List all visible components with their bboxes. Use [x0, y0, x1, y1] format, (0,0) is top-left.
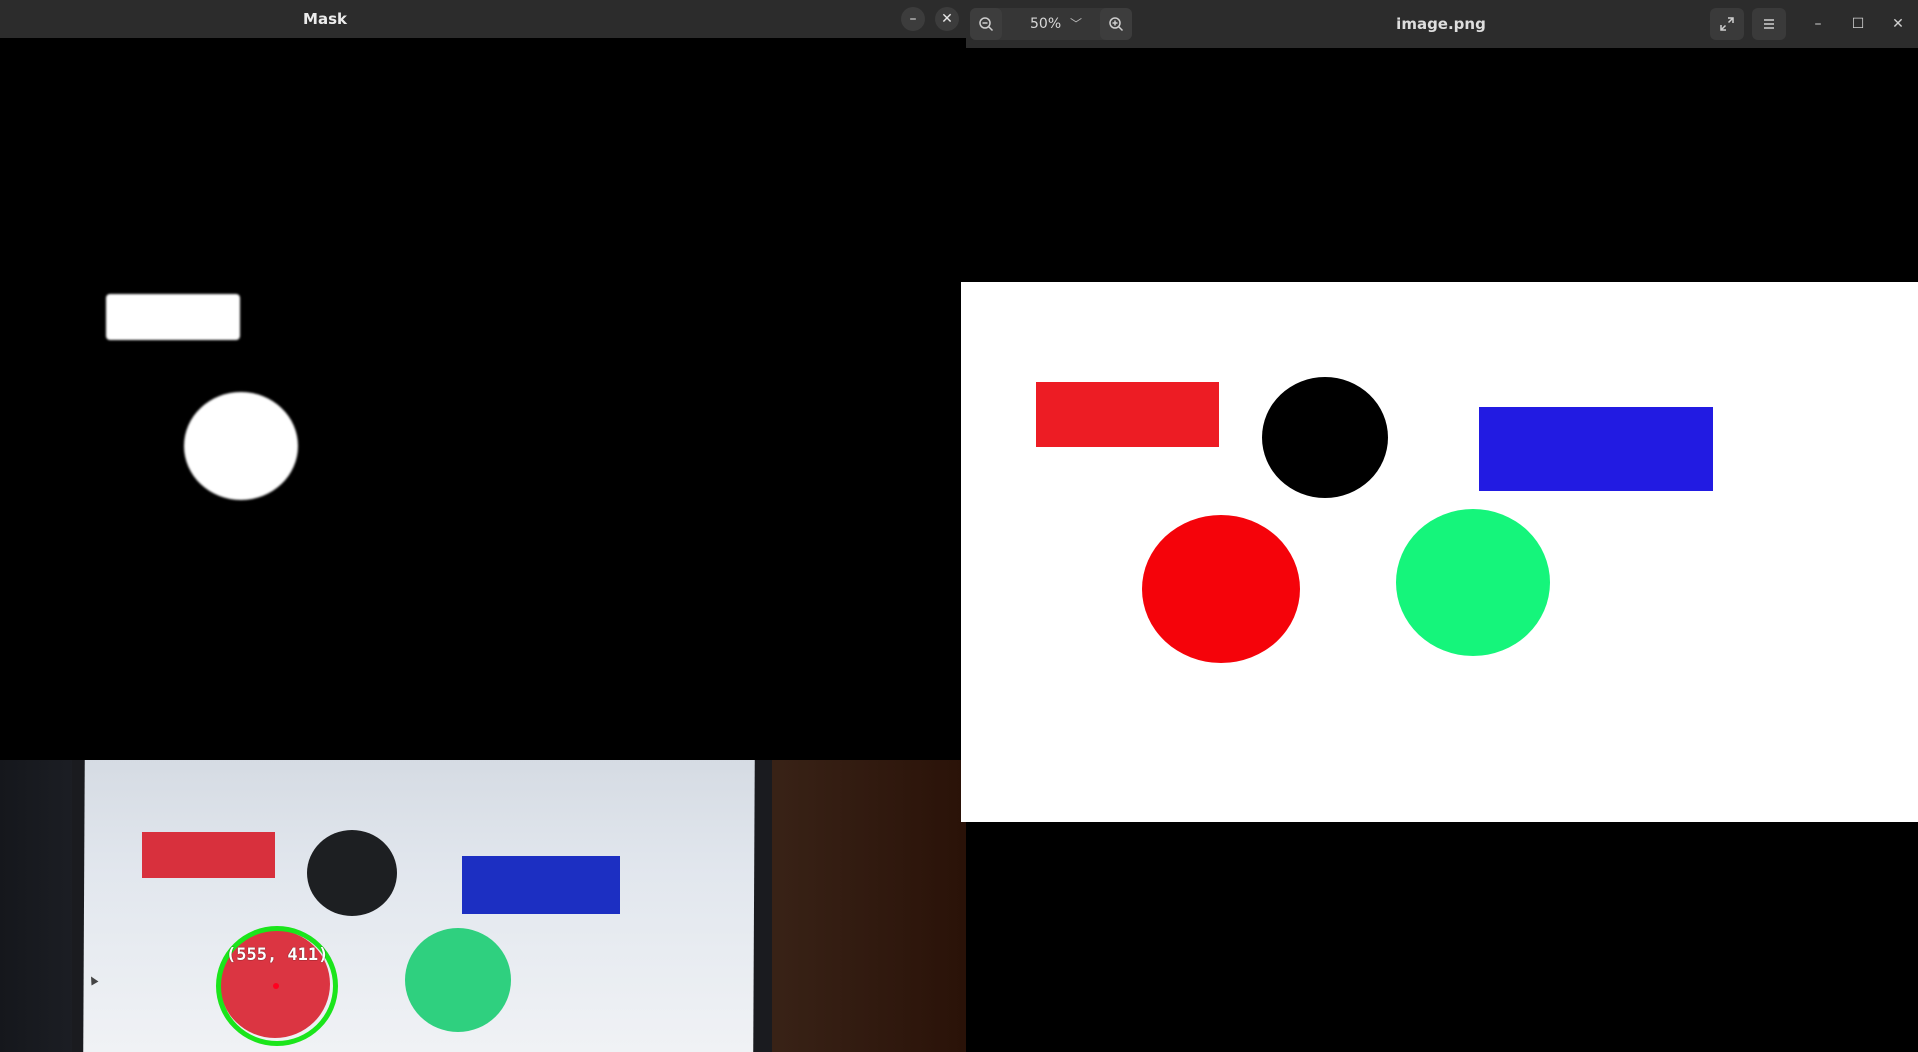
mask-rectangle-blob: [106, 294, 240, 340]
main-menu-button[interactable]: [1752, 8, 1786, 40]
camera-blue-rectangle: [462, 856, 620, 914]
close-icon: ✕: [1892, 16, 1904, 32]
mask-close-button[interactable]: ✕: [935, 7, 959, 31]
mask-window-title: Mask: [303, 10, 347, 28]
minimize-icon: –: [1814, 16, 1822, 32]
viewer-headerbar[interactable]: 50% ﹀ image.png – ☐ ✕: [966, 0, 1918, 49]
viewer-maximize-button[interactable]: ☐: [1846, 12, 1870, 36]
camera-red-rectangle: [142, 832, 275, 878]
viewer-minimize-button[interactable]: –: [1806, 12, 1830, 36]
viewer-window-title: image.png: [1396, 15, 1486, 33]
mask-window: Mask – ✕: [0, 0, 966, 760]
displayed-image: [961, 282, 1918, 822]
image-blue-rectangle: [1479, 407, 1713, 491]
detection-coordinates-label: (555, 411): [226, 945, 329, 965]
image-black-circle: [1262, 377, 1388, 498]
zoom-level-value: 50%: [1030, 16, 1062, 32]
zoom-in-icon: [1109, 17, 1124, 32]
maximize-icon: ☐: [1851, 16, 1865, 32]
minimize-icon: –: [909, 11, 917, 27]
detection-center-dot: [273, 983, 279, 989]
camera-black-circle: [307, 830, 397, 916]
viewer-close-button[interactable]: ✕: [1886, 12, 1910, 36]
image-red-circle: [1142, 515, 1300, 663]
close-icon: ✕: [941, 11, 953, 27]
image-red-rectangle: [1036, 382, 1219, 447]
zoom-out-button[interactable]: [970, 8, 1002, 40]
image-viewer-window: 50% ﹀ image.png – ☐ ✕: [961, 0, 1918, 1052]
chevron-down-icon: ﹀: [1070, 17, 1083, 31]
viewer-canvas: [961, 48, 1918, 1052]
zoom-out-icon: [979, 17, 994, 32]
hamburger-menu-icon: [1764, 19, 1774, 29]
zoom-in-button[interactable]: [1100, 8, 1132, 40]
mask-minimize-button[interactable]: –: [901, 7, 925, 31]
fullscreen-icon: [1720, 17, 1734, 31]
fullscreen-button[interactable]: [1710, 8, 1744, 40]
camera-green-circle: [405, 928, 511, 1032]
mask-titlebar[interactable]: Mask – ✕: [0, 0, 966, 39]
mask-circle-blob: [184, 392, 298, 500]
mask-canvas: [0, 38, 966, 760]
zoom-level-dropdown[interactable]: 50% ﹀: [1002, 8, 1100, 40]
zoom-controls: 50% ﹀: [970, 8, 1132, 40]
camera-feed-window: (555, 411): [0, 740, 966, 1052]
image-green-circle: [1396, 509, 1550, 656]
